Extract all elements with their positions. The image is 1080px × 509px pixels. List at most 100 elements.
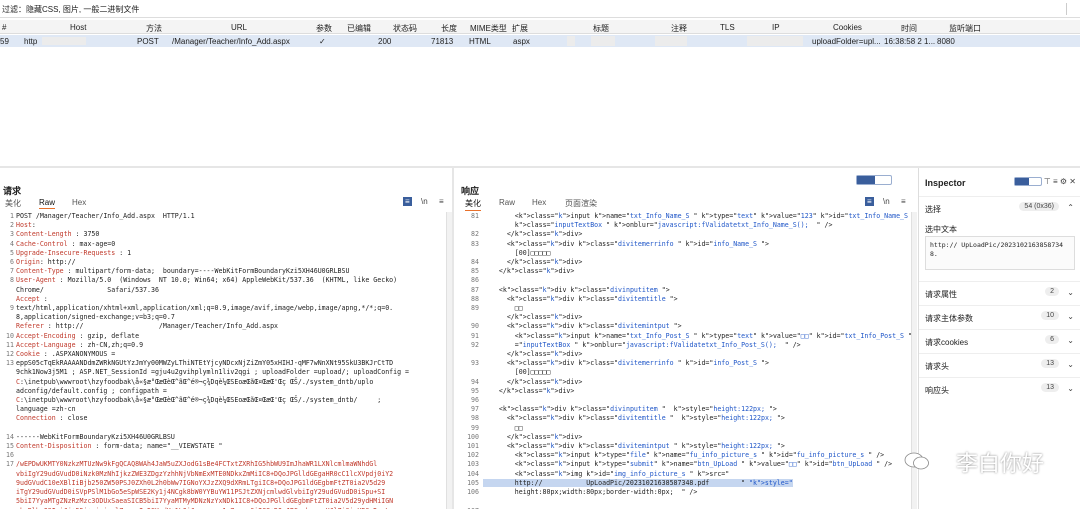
code-line: language =zh-cn (16, 405, 76, 414)
line-number (0, 470, 14, 479)
align-center-icon[interactable]: ≡ (1053, 177, 1058, 186)
layout-icon[interactable] (1013, 177, 1042, 187)
request-line-numbers: 12345678 9 10 11 12 13 14 15 16 17 (0, 212, 14, 509)
code-line: <k">class="k">div k">class="divitemtitle… (483, 294, 678, 303)
col-length[interactable]: 长度 (441, 23, 457, 34)
col-url[interactable]: URL (231, 23, 247, 32)
line-number (455, 313, 479, 322)
close-icon[interactable]: ✕ (1069, 177, 1076, 186)
line-number: 104 (467, 469, 479, 478)
layout-toggle[interactable] (856, 175, 892, 185)
line-number (0, 396, 14, 405)
line-number: 6 (10, 258, 14, 267)
align-top-icon[interactable]: ⊤ (1044, 177, 1051, 186)
response-line-numbers: 81 82 83 84 85 86 87 88 89 90 91 92 93 94 95 96 97 9… (455, 212, 479, 509)
code-line: 5biI7YyaMTgZNzRzMzc3ODUxSaeaSICB5biI7Yya… (16, 497, 394, 506)
table-row[interactable]: 59 http POST /Manager/Teacher/Info_Add.a… (0, 35, 1080, 47)
section-response-headers[interactable]: 响应头 13 ⌄ (919, 377, 1080, 399)
col-title[interactable]: 标题 (593, 23, 609, 34)
chevron-down-icon[interactable]: ⌄ (1067, 360, 1074, 369)
section-request-headers[interactable]: 请求头 13 ⌄ (919, 353, 1080, 375)
code-line: </k">class="k">div> (483, 432, 583, 441)
code-line: <k">class="k">div k">class="divitemerrin… (483, 359, 769, 368)
col-tls[interactable]: TLS (720, 23, 735, 32)
line-number: 92 (471, 340, 479, 349)
col-num[interactable]: # (2, 23, 6, 32)
row-time: 16:38:58 2 1... (884, 37, 936, 46)
code-line: ="inputTextBox " k">onblur="javascript:f… (483, 340, 801, 349)
inspector-toolbar: ⊤ ≡ ⚙ ✕ (1013, 177, 1076, 187)
filter-bar[interactable]: 过滤：隐藏CSS, 图片, 一般二进制文件 (0, 0, 1080, 18)
col-params[interactable]: 参数 (316, 23, 332, 34)
line-number: 14 (6, 432, 14, 441)
line-number (0, 286, 14, 295)
filter-dropdown[interactable] (1066, 3, 1076, 15)
redacted-title (567, 36, 575, 46)
line-number (0, 488, 14, 497)
code-line: <k">class="k">div k">class="divitemtitle… (483, 414, 785, 423)
response-editor[interactable]: 81 82 83 84 85 86 87 88 89 90 91 92 93 94 95 96 97 9… (455, 212, 911, 509)
section-request-body-params[interactable]: 请求主体参数 10 ⌄ (919, 305, 1080, 327)
code-line: ------WebKitFormBoundaryKzi5XH46U0GRLBSU (16, 432, 175, 441)
tab-hex[interactable]: Hex (72, 198, 86, 207)
col-mime[interactable]: MIME类型 (470, 23, 507, 34)
row-url: /Manager/Teacher/Info_Add.aspx (172, 37, 290, 46)
tab-raw[interactable]: Raw (499, 198, 515, 207)
col-notes[interactable]: 注释 (671, 23, 687, 34)
format-icon[interactable]: ≡ (865, 197, 874, 206)
chevron-up-icon[interactable]: ⌃ (1067, 203, 1074, 212)
code-line: <k">class="k">div k">class="divitemerrin… (483, 239, 769, 248)
request-title: 请求 (3, 186, 22, 196)
row-params: ✓ (319, 37, 326, 46)
line-number: 95 (471, 386, 479, 395)
col-ext[interactable]: 扩展 (512, 23, 528, 34)
col-time[interactable]: 时间 (901, 23, 917, 34)
request-tabs: 美化 Raw Hex (0, 198, 452, 210)
code-line: Referer : http:// /Manager/Teacher/Info_… (16, 322, 279, 331)
selected-text-box[interactable]: http:// UpLoadPic/20231021638587348. (925, 236, 1075, 270)
code-line: adconfig/default.config ; configpath = (16, 386, 167, 395)
chevron-down-icon[interactable]: ⌄ (1067, 312, 1074, 321)
chevron-down-icon[interactable]: ⌄ (1067, 336, 1074, 345)
tab-pretty[interactable]: 美化 (465, 198, 481, 211)
line-number (0, 313, 14, 322)
code-line: [00]□□□□□ (483, 368, 551, 377)
code-line: </k">class="k">div> (483, 230, 583, 239)
col-ip[interactable]: IP (772, 23, 780, 32)
line-number: 7 (10, 267, 14, 276)
redacted-ip (747, 36, 803, 46)
request-body: POST /Manager/Teacher/Info_Add.aspx HTTP… (16, 212, 446, 509)
vertical-splitter[interactable] (452, 168, 454, 509)
chevron-down-icon[interactable]: ⌄ (1067, 288, 1074, 297)
col-host[interactable]: Host (70, 23, 86, 32)
tab-render[interactable]: 页面渲染 (565, 198, 597, 209)
section-request-attributes[interactable]: 请求属性 2 ⌄ (919, 281, 1080, 303)
inspector-selection[interactable]: 选择 54 (0x36) ⌃ (919, 196, 1080, 218)
code-line: Content-Type : multipart/form-data; boun… (16, 267, 350, 276)
col-status[interactable]: 状态码 (393, 23, 417, 34)
tab-pretty[interactable]: 美化 (5, 198, 21, 209)
code-line: 9udGVudC10eXBlIiBjb250ZW50PSJ0ZXh0L2h0bW… (16, 478, 386, 487)
menu-icon[interactable]: ≡ (901, 197, 906, 206)
line-number (0, 405, 14, 414)
row-mime: HTML (469, 37, 491, 46)
section-count: 13 (1041, 359, 1059, 368)
request-editor[interactable]: 12345678 9 10 11 12 13 14 15 16 17 POST /Manag… (0, 212, 446, 509)
line-number: 93 (471, 359, 479, 368)
section-request-cookies[interactable]: 请求cookies 6 ⌄ (919, 329, 1080, 351)
format-icon[interactable]: ≡ (403, 197, 412, 206)
gear-icon[interactable]: ⚙ (1060, 177, 1067, 186)
tab-hex[interactable]: Hex (532, 198, 546, 207)
newline-icon[interactable]: \n (421, 197, 428, 206)
col-port[interactable]: 监听端口 (949, 23, 981, 34)
line-number (455, 368, 479, 377)
line-number: 106 (467, 488, 479, 497)
newline-icon[interactable]: \n (883, 197, 890, 206)
chevron-down-icon[interactable]: ⌄ (1067, 384, 1074, 393)
menu-icon[interactable]: ≡ (439, 197, 444, 206)
tab-raw[interactable]: Raw (39, 198, 56, 209)
col-cookies[interactable]: Cookies (833, 23, 862, 32)
col-method[interactable]: 方法 (146, 23, 162, 34)
col-edited[interactable]: 已编辑 (347, 23, 371, 34)
